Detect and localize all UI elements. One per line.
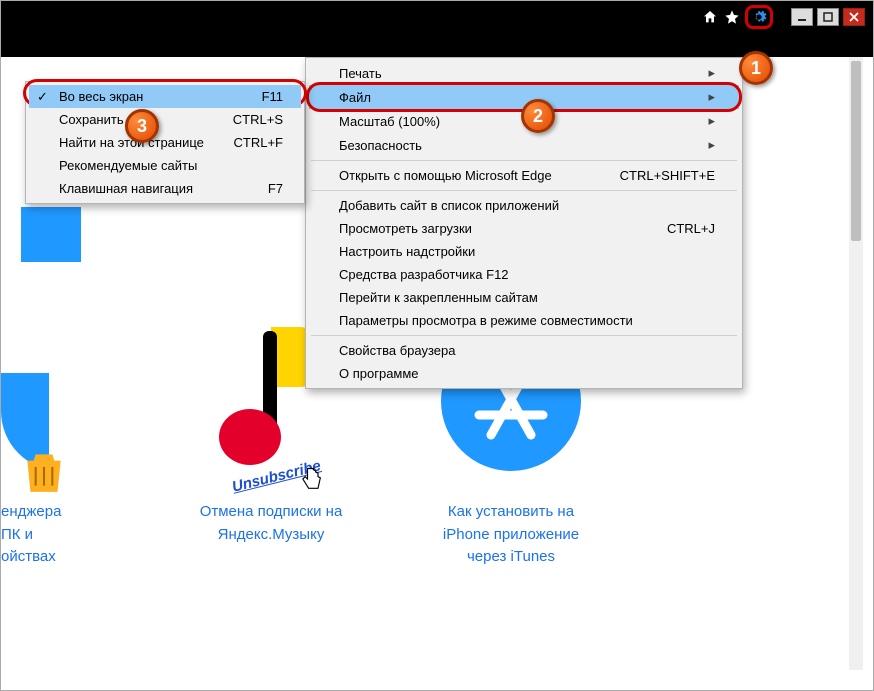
menu-label: Перейти к закрепленным сайтам: [339, 290, 538, 305]
submenu-suggested-sites[interactable]: Рекомендуемые сайты: [29, 154, 301, 177]
badge-1: 1: [739, 51, 773, 85]
menu-pinned-sites[interactable]: Перейти к закрепленным сайтам: [309, 286, 739, 309]
menu-label: Параметры просмотра в режиме совместимос…: [339, 313, 633, 328]
menu-downloads[interactable]: Просмотреть загрузки CTRL+J: [309, 217, 739, 240]
menu-label: Открыть с помощью Microsoft Edge: [339, 168, 552, 183]
menu-label: Безопасность: [339, 138, 422, 153]
chevron-right-icon: ▸: [708, 113, 715, 129]
separator: [311, 160, 737, 161]
shortcut: CTRL+S: [233, 112, 283, 127]
shortcut: CTRL+SHIFT+E: [620, 168, 715, 183]
home-icon[interactable]: [701, 8, 719, 26]
menu-label: Настроить надстройки: [339, 244, 475, 259]
maximize-button[interactable]: [817, 8, 839, 26]
menu-open-edge[interactable]: Открыть с помощью Microsoft Edge CTRL+SH…: [309, 164, 739, 187]
minimize-button[interactable]: [791, 8, 813, 26]
card-title: енджера ПК и ойствах: [1, 501, 121, 569]
menu-internet-options[interactable]: Свойства браузера: [309, 339, 739, 362]
check-icon: ✓: [37, 89, 48, 105]
menu-label: Средства разработчика F12: [339, 267, 509, 282]
badge-2: 2: [521, 99, 555, 133]
menu-label: О программе: [339, 366, 419, 381]
menu-label: Масштаб (100%): [339, 114, 440, 129]
menu-compat-view[interactable]: Параметры просмотра в режиме совместимос…: [309, 309, 739, 332]
menu-f12[interactable]: Средства разработчика F12: [309, 263, 739, 286]
menu-print[interactable]: Печать ▸: [309, 61, 739, 85]
gear-highlight: [745, 5, 773, 29]
submenu-fullscreen[interactable]: ✓ Во весь экран F11: [29, 85, 301, 108]
chevron-right-icon: ▸: [708, 65, 715, 81]
menu-label: Добавить сайт в список приложений: [339, 198, 559, 213]
menu-label: Во весь экран: [59, 89, 143, 104]
menu-addons[interactable]: Настроить надстройки: [309, 240, 739, 263]
shortcut: CTRL+J: [667, 221, 715, 236]
shortcut: CTRL+F: [234, 135, 283, 150]
blue-banner: [21, 207, 81, 262]
chevron-right-icon: ▸: [708, 89, 715, 105]
close-button[interactable]: [843, 8, 865, 26]
menu-about[interactable]: О программе: [309, 362, 739, 385]
menu-add-site[interactable]: Добавить сайт в список приложений: [309, 194, 739, 217]
gear-icon[interactable]: [750, 8, 768, 26]
separator: [311, 335, 737, 336]
titlebar: [1, 1, 873, 57]
menu-label: Печать: [339, 66, 382, 81]
separator: [311, 190, 737, 191]
submenu-caret-browsing[interactable]: Клавишная навигация F7: [29, 177, 301, 200]
submenu-save-as[interactable]: Сохранить как... CTRL+S: [29, 108, 301, 131]
card-title: Отмена подписки на Яндекс.Музыку: [181, 501, 361, 546]
chevron-right-icon: ▸: [708, 137, 715, 153]
menu-label: Свойства браузера: [339, 343, 455, 358]
card-0[interactable]: енджера ПК и ойствах: [1, 331, 121, 569]
shortcut: F7: [268, 181, 283, 196]
file-submenu: ✓ Во весь экран F11 Сохранить как... CTR…: [25, 81, 305, 204]
menu-label: Просмотреть загрузки: [339, 221, 472, 236]
scrollbar-thumb[interactable]: [851, 61, 861, 241]
hand-cursor-icon: [297, 465, 325, 493]
menu-label: Рекомендуемые сайты: [59, 158, 197, 173]
scrollbar[interactable]: [849, 57, 863, 670]
menu-label: Файл: [339, 90, 371, 105]
trash-icon: [19, 445, 69, 497]
shortcut: F11: [262, 89, 283, 104]
badge-3: 3: [125, 109, 159, 143]
card-title: Как установить на iPhone приложение чере…: [421, 501, 601, 569]
star-icon[interactable]: [723, 8, 741, 26]
submenu-find[interactable]: Найти на этой странице CTRL+F: [29, 131, 301, 154]
menu-security[interactable]: Безопасность ▸: [309, 133, 739, 157]
menu-label: Клавишная навигация: [59, 181, 193, 196]
